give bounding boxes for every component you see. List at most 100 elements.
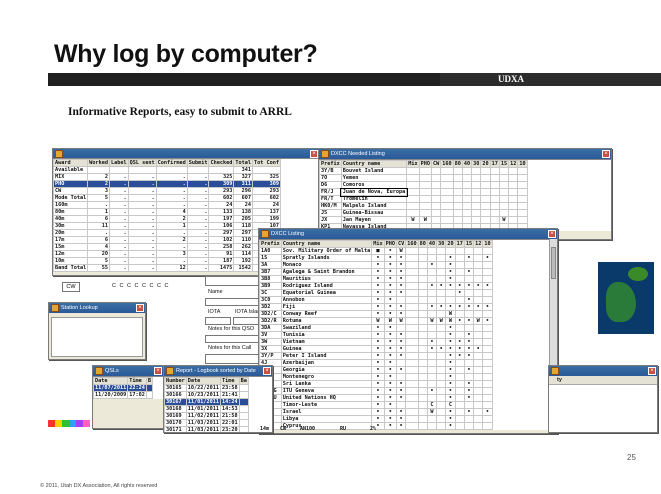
name-field[interactable] xyxy=(205,298,263,306)
table-row[interactable]: 3W Vietnam • • • • • • • xyxy=(259,338,493,346)
table-row[interactable]: 30170 11/03/2011 22:01 xyxy=(164,419,249,427)
scroll-thumb[interactable] xyxy=(551,247,556,279)
table-row[interactable]: 7O Yemen xyxy=(319,174,528,182)
column-header[interactable]: 160 xyxy=(405,240,419,248)
column-header[interactable]: 12 xyxy=(473,240,484,248)
column-header[interactable]: Mix xyxy=(371,240,385,248)
close-icon[interactable]: × xyxy=(548,230,556,238)
column-header[interactable]: 30 xyxy=(436,240,447,248)
table-row[interactable]: PHO 2.... 309 311 309 xyxy=(53,180,281,188)
table-row[interactable]: 160m..... 24 24 24 xyxy=(53,201,281,209)
table-row[interactable]: 3Y/P Peter I Island • • • • • • xyxy=(259,352,493,360)
table-row[interactable]: 4SSri Lanka••••• xyxy=(259,380,493,388)
table-row[interactable]: 3D2/R Rotuma W W W W W W • • W • xyxy=(259,317,493,325)
column-header[interactable]: QSL sent xyxy=(127,159,157,167)
table-row[interactable]: 5ALibya•••• xyxy=(259,415,493,423)
table-row[interactable]: CW 3.... 293 296 293 xyxy=(53,187,281,195)
table-row[interactable]: 4OMontenegro••• xyxy=(259,373,493,381)
close-icon[interactable]: × xyxy=(136,304,144,312)
column-header[interactable]: PHO xyxy=(383,240,397,248)
right-title-bar[interactable]: × xyxy=(549,366,657,376)
column-header[interactable]: Time xyxy=(219,377,240,385)
column-header[interactable]: Prefix xyxy=(319,160,342,168)
column-header[interactable]: Mix xyxy=(406,160,420,168)
column-header[interactable]: Date xyxy=(185,377,221,385)
close-icon[interactable]: × xyxy=(602,150,610,158)
table-row[interactable]: 15m4....258262258 xyxy=(53,243,281,251)
table-row[interactable]: JX Jan Mayen W W W xyxy=(319,216,528,224)
table-row[interactable]: 1A0 Sov. Military Order of Malta ■ • W xyxy=(259,247,493,255)
column-header[interactable]: PHO xyxy=(418,160,432,168)
column-header[interactable]: 12 xyxy=(508,160,519,168)
table-row[interactable]: 12m20..3.9111494 xyxy=(53,250,281,258)
close-icon[interactable]: × xyxy=(154,367,162,375)
table-row[interactable]: 3Y/B Bouvet Island xyxy=(319,167,528,175)
table-row[interactable]: 3A Monaco • • • • • xyxy=(259,261,493,269)
table-row[interactable]: 40m 6.. 2. 197 205 199 xyxy=(53,215,281,223)
table-row[interactable]: 3C0 Annobon • • • xyxy=(259,296,493,304)
dxcc-title-bar[interactable]: DXCC Listing × xyxy=(259,229,557,239)
close-icon[interactable]: × xyxy=(310,150,318,158)
column-header[interactable]: Time xyxy=(127,377,147,385)
column-header[interactable]: 80 xyxy=(417,240,428,248)
table-row[interactable]: 4WTimor-Leste••CC xyxy=(259,401,493,409)
table-row[interactable]: Band Total55..12.147515421487 xyxy=(53,264,281,272)
table-row[interactable]: 3DA Swaziland • • • xyxy=(259,324,493,332)
awards-title-bar[interactable]: × xyxy=(53,149,319,158)
column-header[interactable]: 17 xyxy=(454,240,465,248)
column-header[interactable]: CV xyxy=(395,240,407,248)
column-header[interactable]: Checked xyxy=(208,159,235,167)
column-header[interactable]: Worked xyxy=(87,159,110,167)
column-header[interactable]: Number xyxy=(164,377,187,385)
table-row[interactable]: 3C Equatorial Guinea • • • • xyxy=(259,289,493,297)
table-row[interactable]: 20m.....297297297 xyxy=(53,229,281,237)
table-row[interactable]: 11/20/2009 17:02 xyxy=(93,391,153,399)
table-row[interactable]: 80m 1.. 4. 133 138 137 xyxy=(53,208,281,216)
table-row[interactable]: 30171 11/03/2011 23:20 xyxy=(164,426,249,432)
column-header[interactable]: Country name xyxy=(280,240,373,248)
column-header[interactable]: Confirmed xyxy=(155,159,188,167)
close-icon[interactable]: × xyxy=(263,367,271,375)
close-icon[interactable]: × xyxy=(648,367,656,375)
column-header[interactable]: 17 xyxy=(489,160,500,168)
table-row[interactable]: 3B8 Mauritius • • • • xyxy=(259,275,493,283)
table-row[interactable]: 30165 10/22/2011 23:58 xyxy=(164,384,249,392)
table-row[interactable]: 4J Azerbaijan • • • xyxy=(259,359,493,367)
table-row[interactable]: 11/07/2011 22:24 xyxy=(93,384,153,392)
column-header[interactable]: Total xyxy=(233,159,253,167)
table-row[interactable]: FR/T Tromelin xyxy=(319,195,528,203)
column-header[interactable]: Tot Conf xyxy=(251,159,281,167)
table-row[interactable]: 1S Spratly Islands • • • • • • xyxy=(259,254,493,262)
table-row[interactable]: 3B9 Rodriguez Island • • • • • • • • • • xyxy=(259,282,493,290)
column-header[interactable]: Ba xyxy=(238,377,249,385)
table-row[interactable]: 10m5....187192187 xyxy=(53,257,281,265)
column-header[interactable]: 10 xyxy=(517,160,528,168)
table-row[interactable]: 30168 11/01/2011 14:53 xyxy=(164,405,249,413)
report-title-bar[interactable]: Report - Logbook sorted by Date × xyxy=(164,366,272,376)
column-header[interactable]: 160 xyxy=(440,160,454,168)
table-row[interactable]: Mode Total 5.... 602 607 602 xyxy=(53,194,281,202)
table-row[interactable]: 30167 11/01/2011 14:24 xyxy=(164,398,249,406)
table-row[interactable]: 30169 11/02/2011 21:58 xyxy=(164,412,249,420)
column-header[interactable]: Award xyxy=(53,159,89,167)
column-header[interactable]: Prefix xyxy=(259,240,282,248)
column-header[interactable]: 30 xyxy=(471,160,482,168)
column-header[interactable]: 15 xyxy=(463,240,475,248)
cw-field[interactable]: CW xyxy=(62,282,80,292)
qsl-title-bar[interactable]: QSLs × xyxy=(93,366,163,376)
column-header[interactable]: 80 xyxy=(452,160,463,168)
table-row[interactable]: 3B7 Agalega & Saint Brandon • • • • • xyxy=(259,268,493,276)
column-header[interactable]: Submit xyxy=(186,159,210,167)
column-header[interactable]: 40 xyxy=(426,240,438,248)
column-header[interactable]: 40 xyxy=(461,160,473,168)
lookup-title-bar[interactable]: Station Lookup × xyxy=(49,303,145,313)
table-row[interactable]: 4LGeorgia••••• xyxy=(259,366,493,374)
table-row[interactable]: J5 Guinea-Bissau xyxy=(319,209,528,217)
table-row[interactable]: Available 341 xyxy=(53,166,281,174)
table-row[interactable]: 30m 11.. 1. 106 118 107 xyxy=(53,222,281,230)
column-header[interactable]: 10 xyxy=(482,240,493,248)
table-row[interactable]: HK0/M Malpelo Island xyxy=(319,202,528,210)
notes-call-field[interactable] xyxy=(205,354,263,364)
column-header[interactable]: 20 xyxy=(445,240,456,248)
needed-title-bar[interactable]: DXCC Needed Listing × xyxy=(319,149,611,159)
